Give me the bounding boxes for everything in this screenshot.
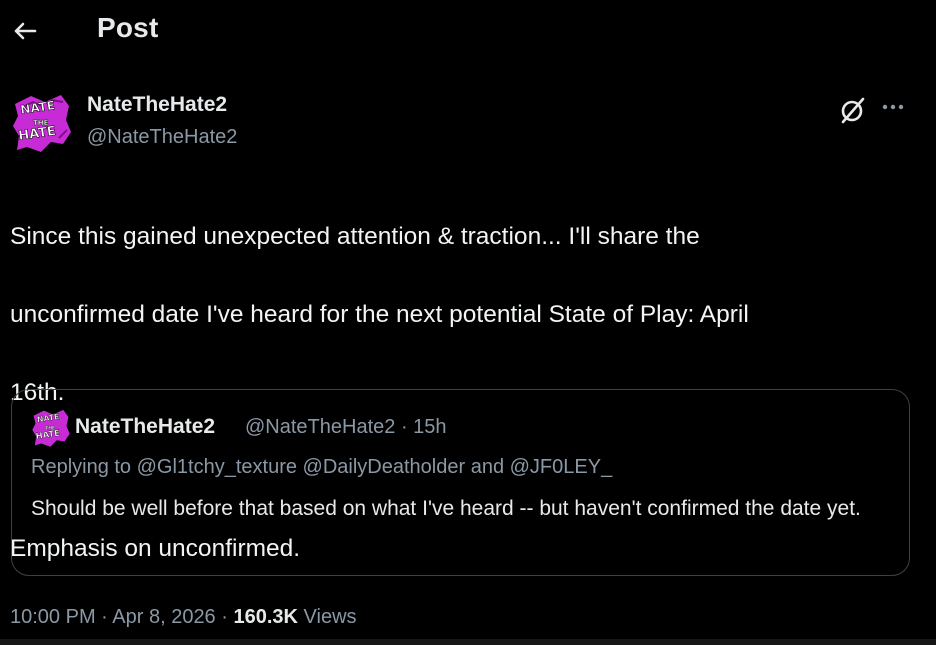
more-options-button[interactable] xyxy=(876,92,910,122)
post-line: unconfirmed date I've heard for the next… xyxy=(10,301,749,328)
quoted-post-text: Should be well before that based on what… xyxy=(31,497,861,520)
quoted-handle-time: @NateTheHate2 · 15h xyxy=(245,416,447,438)
grok-button[interactable] xyxy=(838,95,868,125)
quoted-post-card[interactable]: NATE THE HATE NateTheHate2 @NateTheHate2… xyxy=(11,389,910,576)
author-handle[interactable]: @NateTheHate2 xyxy=(87,126,237,149)
avatar[interactable]: NATE THE HATE xyxy=(11,92,73,154)
page-title: Post xyxy=(97,12,159,43)
quoted-avatar: NATE THE HATE xyxy=(31,408,71,448)
quoted-display-name: NateTheHate2 xyxy=(75,415,216,438)
post-metadata: 10:00 PM · Apr 8, 2026 · 160.3K Views xyxy=(10,606,357,629)
post-timestamp[interactable]: 10:00 PM · Apr 8, 2026 · xyxy=(10,606,233,628)
grok-icon xyxy=(841,97,865,124)
more-dots-icon xyxy=(882,104,904,110)
back-button[interactable] xyxy=(10,16,40,46)
views-count: 160.3K xyxy=(233,606,298,628)
arrow-left-icon xyxy=(14,22,37,40)
views-label: Views xyxy=(297,606,357,628)
quoted-avatar-logo: NATE THE HATE xyxy=(32,409,70,447)
quoted-replying-to: Replying to @Gl1tchy_texture @DailyDeath… xyxy=(31,456,613,478)
header-bar: Post xyxy=(0,0,936,60)
bottom-divider xyxy=(0,639,936,645)
author-display-name[interactable]: NateTheHate2 xyxy=(87,93,227,117)
avatar-logo: NATE THE HATE xyxy=(13,95,71,152)
post-line: Since this gained unexpected attention &… xyxy=(10,223,700,250)
